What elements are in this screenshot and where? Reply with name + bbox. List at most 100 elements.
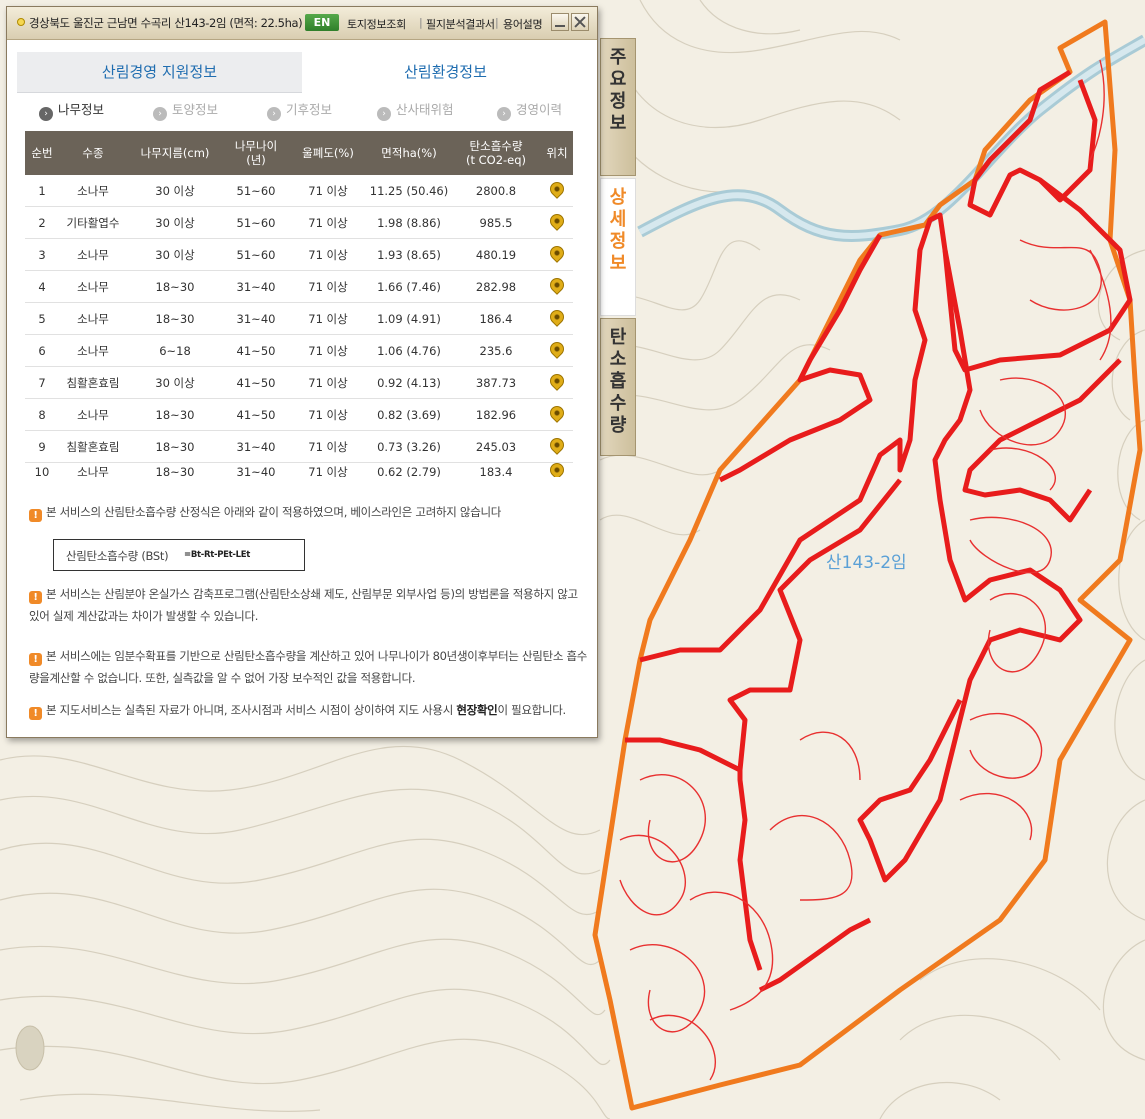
table-cell: 소나무 bbox=[77, 464, 109, 478]
tab-forest-management[interactable]: 산림경영 지원정보 bbox=[17, 52, 302, 93]
location-cell[interactable] bbox=[541, 334, 573, 367]
subtab-soil-info[interactable]: › 토양정보 bbox=[153, 99, 218, 121]
table-cell: 51~60 bbox=[223, 238, 289, 271]
table-row[interactable]: 10 소나무 18~30 31~40 71 이상 0.62 (2.79) 183.4 bbox=[25, 460, 573, 478]
table-cell: 9 bbox=[25, 430, 59, 463]
location-cell[interactable] bbox=[541, 460, 573, 477]
chevron-right-icon: › bbox=[39, 107, 53, 121]
table-cell: 18~30 bbox=[127, 270, 223, 303]
table-cell: 41~50 bbox=[223, 398, 289, 431]
side-tab-carbon[interactable]: 탄소흡수량 bbox=[600, 318, 636, 456]
info-panel: 경상북도 울진군 근남면 수곡리 산143-2임 (면적: 22.5ha) EN… bbox=[6, 6, 598, 738]
subtab-tree-info[interactable]: › 나무정보 bbox=[39, 99, 104, 121]
chevron-right-icon: › bbox=[267, 107, 281, 121]
side-tab-detail-info[interactable]: 상세정보 bbox=[600, 178, 636, 316]
parcel-report-link[interactable]: 필지분석결과서 bbox=[426, 16, 495, 32]
column-header: 나무나이 (년) bbox=[223, 131, 289, 175]
table-cell: 30 이상 bbox=[127, 238, 223, 271]
panel-titlebar[interactable]: 경상북도 울진군 근남면 수곡리 산143-2임 (면적: 22.5ha) EN… bbox=[7, 7, 597, 40]
location-cell[interactable] bbox=[541, 302, 573, 335]
link-separator: | bbox=[495, 16, 499, 29]
table-cell: 1.66 (7.46) bbox=[367, 270, 451, 303]
table-cell: 8 bbox=[25, 398, 59, 431]
side-tab-main-info[interactable]: 주요정보 bbox=[600, 38, 636, 176]
location-cell[interactable] bbox=[541, 238, 573, 271]
table-row[interactable]: 6 소나무 6~18 41~50 71 이상 1.06 (4.76) 235.6 bbox=[25, 334, 573, 367]
table-header-row: 순번 수종 나무지름(cm) 나무나이 (년) 울폐도(%) 면적ha(%) 탄소흡수량 (… bbox=[25, 131, 573, 175]
location-cell[interactable] bbox=[541, 206, 573, 239]
table-row[interactable]: 9 침활혼효림 18~30 31~40 71 이상 0.73 (3.26) 245.03 bbox=[25, 430, 573, 463]
table-cell: 71 이상 bbox=[289, 366, 367, 399]
table-row[interactable]: 4 소나무 18~30 31~40 71 이상 1.66 (7.46) 282.98 bbox=[25, 270, 573, 303]
en-button[interactable]: EN bbox=[305, 14, 339, 31]
table-cell: 18~30 bbox=[127, 398, 223, 431]
table-cell: 1 bbox=[25, 175, 59, 207]
map-pin-icon[interactable] bbox=[547, 211, 567, 231]
tree-table-container[interactable]: 순번 수종 나무지름(cm) 나무나이 (년) 울폐도(%) 면적ha(%) 탄소흡수량 (… bbox=[25, 131, 581, 477]
table-cell: 30 이상 bbox=[127, 366, 223, 399]
map-pin-icon[interactable] bbox=[547, 179, 567, 199]
note-1: ! 본 서비스의 산림탄소흡수량 산정식은 아래와 같이 적용하였으며, 베이스라… bbox=[29, 501, 589, 523]
table-cell: 4 bbox=[25, 270, 59, 303]
warning-icon: ! bbox=[29, 707, 42, 720]
table-cell: 소나무 bbox=[59, 175, 127, 207]
formula-expression: =Bt-Rt-PEt-LEt bbox=[184, 550, 251, 560]
formula-label: 산림탄소흡수량 (BSt) bbox=[66, 549, 169, 563]
warning-icon: ! bbox=[29, 653, 42, 666]
column-header: 면적ha(%) bbox=[367, 131, 451, 175]
table-cell: 71 이상 bbox=[289, 430, 367, 463]
table-row[interactable]: 3 소나무 30 이상 51~60 71 이상 1.93 (8.65) 480.19 bbox=[25, 238, 573, 271]
table-cell: 10 bbox=[34, 464, 50, 478]
table-cell: 183.4 bbox=[479, 464, 513, 478]
table-cell: 41~50 bbox=[223, 366, 289, 399]
subtab-climate-info[interactable]: › 기후정보 bbox=[267, 99, 332, 121]
table-cell: 11.25 (50.46) bbox=[367, 175, 451, 207]
subtab-management-history[interactable]: › 경영이력 bbox=[497, 99, 562, 121]
map-pin-icon[interactable] bbox=[547, 339, 567, 359]
table-cell: 41~50 bbox=[223, 334, 289, 367]
map-pin-icon[interactable] bbox=[547, 307, 567, 327]
location-cell[interactable] bbox=[541, 430, 573, 463]
location-cell[interactable] bbox=[541, 270, 573, 303]
note-4: ! 본 지도서비스는 실측된 자료가 아니며, 조사시점과 서비스 시점이 상이하… bbox=[29, 699, 589, 721]
table-row[interactable]: 8 소나무 18~30 41~50 71 이상 0.82 (3.69) 182.96 bbox=[25, 398, 573, 431]
map-pin-icon[interactable] bbox=[547, 371, 567, 391]
table-cell: 5 bbox=[25, 302, 59, 335]
map-pin-icon[interactable] bbox=[547, 243, 567, 263]
table-cell: 71 이상 bbox=[289, 334, 367, 367]
table-cell: 71 이상 bbox=[289, 270, 367, 303]
map-pin-icon[interactable] bbox=[547, 275, 567, 295]
table-row[interactable]: 2 기타활엽수 30 이상 51~60 71 이상 1.98 (8.86) 985.5 bbox=[25, 206, 573, 239]
link-separator: | bbox=[419, 16, 423, 29]
chevron-right-icon: › bbox=[153, 107, 167, 121]
table-row[interactable]: 7 침활혼효림 30 이상 41~50 71 이상 0.92 (4.13) 387.73 bbox=[25, 366, 573, 399]
map-pin-icon[interactable] bbox=[547, 435, 567, 455]
glossary-link[interactable]: 용어설명 bbox=[503, 16, 543, 32]
location-cell[interactable] bbox=[541, 398, 573, 431]
location-cell[interactable] bbox=[541, 175, 573, 207]
location-cell[interactable] bbox=[541, 366, 573, 399]
table-row[interactable]: 1 소나무 30 이상 51~60 71 이상 11.25 (50.46) 2800.8 bbox=[25, 175, 573, 207]
table-row[interactable]: 5 소나무 18~30 31~40 71 이상 1.09 (4.91) 186.4 bbox=[25, 302, 573, 335]
map-pin-icon[interactable] bbox=[547, 403, 567, 423]
location-dot-icon bbox=[17, 18, 25, 26]
map-pin-icon[interactable] bbox=[547, 460, 567, 477]
table-cell: 31~40 bbox=[236, 464, 276, 478]
table-cell: 소나무 bbox=[59, 398, 127, 431]
table-cell: 18~30 bbox=[127, 430, 223, 463]
minimize-icon[interactable] bbox=[551, 13, 569, 31]
table-cell: 0.92 (4.13) bbox=[367, 366, 451, 399]
pond-shape bbox=[15, 1025, 45, 1071]
subtab-landslide-risk[interactable]: › 산사태위험 bbox=[377, 99, 454, 121]
table-cell: 186.4 bbox=[451, 302, 541, 335]
table-cell: 3 bbox=[25, 238, 59, 271]
tab-forest-environment[interactable]: 산림환경정보 bbox=[302, 52, 589, 92]
table-cell: 0.62 (2.79) bbox=[377, 464, 441, 478]
parcel-label: 산143-2임 bbox=[826, 553, 907, 573]
table-cell: 0.82 (3.69) bbox=[367, 398, 451, 431]
table-cell: 0.73 (3.26) bbox=[367, 430, 451, 463]
close-icon[interactable] bbox=[571, 13, 589, 31]
side-tab-label: 상세정보 bbox=[609, 187, 627, 274]
table-cell: 1.93 (8.65) bbox=[367, 238, 451, 271]
land-info-link[interactable]: 토지정보조회 bbox=[347, 16, 406, 32]
